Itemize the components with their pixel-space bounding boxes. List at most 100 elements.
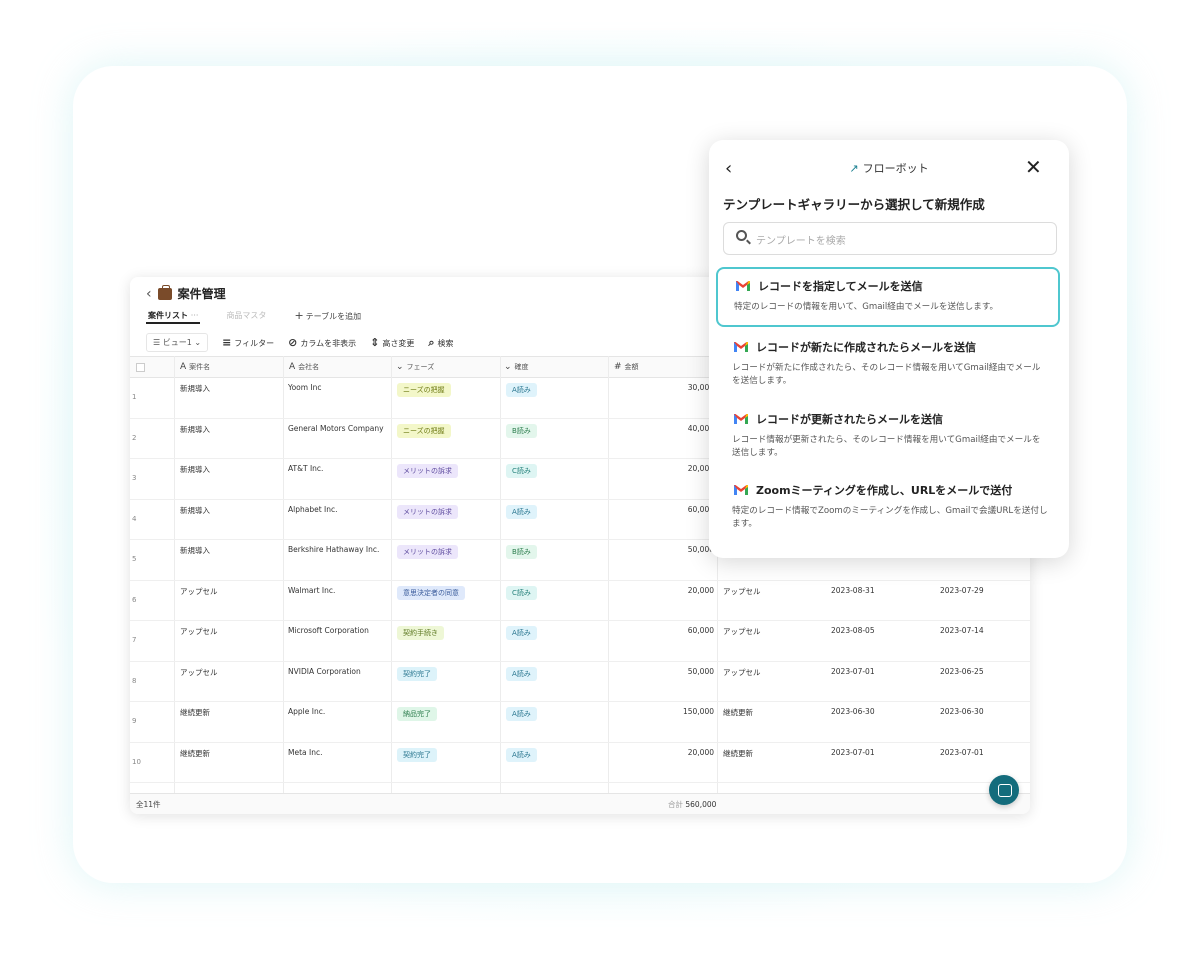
probability-badge[interactable]: A読み (506, 707, 537, 721)
case-name-cell[interactable]: アップセル (180, 626, 218, 637)
case-name-cell[interactable]: 継続更新 (180, 748, 210, 759)
view-select[interactable]: ☰ ビュー1 ⌄ (146, 333, 209, 352)
case-name-cell[interactable]: 継続更新 (180, 707, 210, 718)
company-cell[interactable]: Alphabet Inc. (288, 505, 338, 514)
date-cell[interactable]: 2023-06-25 (940, 667, 984, 676)
filter-button[interactable]: ≡ フィルター (222, 336, 274, 349)
row-number: 3 (132, 474, 137, 482)
template-search-input[interactable]: テンプレートを検索 (723, 222, 1057, 255)
column-header-probability[interactable]: ⌄ 確度 (504, 362, 529, 372)
date-cell[interactable]: 2023-08-05 (831, 626, 875, 635)
add-table-button[interactable]: + テーブルを追加 (294, 309, 361, 322)
template-description: 特定のレコードの情報を用いて、Gmail経由でメールを送信します。 (734, 302, 999, 312)
table-row[interactable]: 6 アップセル Walmart Inc. 意思決定者の同意 C読み 20,000 アップセル… (130, 581, 1030, 621)
probability-badge[interactable]: A読み (506, 504, 537, 519)
phase-badge[interactable]: 契約完了 (397, 666, 437, 681)
deal-type-cell[interactable]: 継続更新 (723, 748, 753, 759)
column-header-company[interactable]: A 会社名 (289, 362, 319, 372)
table-row[interactable]: 7 アップセル Microsoft Corporation 契約手続き A読み 60,00… (130, 621, 1030, 662)
case-name-cell[interactable]: 新規導入 (180, 545, 210, 556)
search-icon: ⌕ (428, 335, 435, 349)
phase-badge[interactable]: 契約手続き (397, 626, 444, 640)
template-item[interactable]: レコードが更新されたらメールを送信 レコード情報が更新されたら、そのレコード情報を… (716, 402, 1060, 464)
row-height-button[interactable]: ⇕ 高さ変更 (370, 336, 414, 349)
case-name-cell[interactable]: 新規導入 (180, 424, 210, 435)
case-name-cell[interactable]: 新規導入 (180, 464, 210, 475)
date-cell[interactable]: 2023-07-01 (831, 667, 875, 676)
amount-cell[interactable]: 50,000 (688, 667, 714, 676)
template-item[interactable]: レコードが新たに作成されたらメールを送信 レコードが新たに作成されたら、そのレコー… (716, 330, 1060, 392)
template-description: 特定のレコード情報でZoomのミーティングを作成し、Gmailで会議URLを送付… (732, 506, 1048, 529)
company-cell[interactable]: NVIDIA Corporation (288, 667, 361, 676)
phase-badge[interactable]: ニーズの把握 (397, 423, 451, 438)
row-number: 9 (132, 717, 137, 725)
row-number: 5 (132, 555, 137, 563)
probability-badge[interactable]: C読み (506, 585, 537, 600)
probability-badge[interactable]: A読み (506, 747, 537, 762)
table-row[interactable]: 9 継続更新 Apple Inc. 納品完了 A読み 150,000 継続更新 2023-06… (130, 702, 1030, 743)
table-row[interactable]: 8 アップセル NVIDIA Corporation 契約完了 A読み 50,000 アップ… (130, 662, 1030, 702)
column-header-phase[interactable]: ⌄ フェーズ (396, 362, 434, 372)
date-cell[interactable]: 2023-07-01 (940, 748, 984, 757)
probability-badge[interactable]: B読み (506, 545, 537, 559)
back-chevron-icon[interactable]: ‹ (146, 286, 152, 302)
company-cell[interactable]: AT&T Inc. (288, 464, 323, 473)
amount-cell[interactable]: 60,000 (688, 626, 714, 635)
table-tabs: 案件リスト ··· 商品マスタ + テーブルを追加 (148, 309, 361, 322)
company-cell[interactable]: Berkshire Hathaway Inc. (288, 545, 379, 554)
search-button[interactable]: ⌕ 検索 (428, 336, 453, 350)
date-cell[interactable]: 2023-07-14 (940, 626, 984, 635)
amount-cell[interactable]: 20,000 (688, 748, 714, 757)
deal-type-cell[interactable]: アップセル (723, 626, 761, 637)
phase-badge[interactable]: メリットの訴求 (397, 504, 458, 519)
phase-badge[interactable]: 納品完了 (397, 707, 437, 721)
flowbot-template-panel: ‹ ↗ フローボット ✕ テンプレートギャラリーから選択して新規作成 テンプレート… (709, 140, 1069, 558)
date-cell[interactable]: 2023-06-30 (940, 707, 984, 716)
phase-badge[interactable]: 意思決定者の同意 (397, 585, 465, 600)
case-name-cell[interactable]: 新規導入 (180, 383, 210, 394)
amount-cell[interactable]: 150,000 (683, 707, 714, 716)
template-item[interactable]: Zoomミーティングを作成し、URLをメールで送付 特定のレコード情報でZoomの… (716, 473, 1060, 535)
case-name-cell[interactable]: アップセル (180, 586, 218, 597)
gmail-icon (736, 281, 750, 291)
table-row[interactable]: 10 継続更新 Meta Inc. 契約完了 A読み 20,000 継続更新 2023-07-… (130, 743, 1030, 783)
phase-badge[interactable]: ニーズの把握 (397, 383, 451, 397)
column-header-amount[interactable]: # 金額 (614, 362, 639, 372)
company-cell[interactable]: Meta Inc. (288, 748, 322, 757)
probability-badge[interactable]: C読み (506, 464, 537, 478)
template-description: レコードが新たに作成されたら、そのレコード情報を用いてGmail経由でメールを送… (732, 363, 1041, 386)
template-description: レコード情報が更新されたら、そのレコード情報を用いてGmail経由でメールを送信… (732, 435, 1041, 458)
column-header-case[interactable]: A 案件名 (180, 362, 210, 372)
phase-badge[interactable]: メリットの訴求 (397, 464, 458, 478)
tab-product-master[interactable]: 商品マスタ (226, 310, 266, 321)
company-cell[interactable]: Microsoft Corporation (288, 626, 369, 635)
amount-cell[interactable]: 20,000 (688, 586, 714, 595)
probability-badge[interactable]: B読み (506, 423, 537, 438)
case-name-cell[interactable]: アップセル (180, 667, 218, 678)
date-cell[interactable]: 2023-07-01 (831, 748, 875, 757)
deal-type-cell[interactable]: アップセル (723, 667, 761, 678)
date-cell[interactable]: 2023-07-29 (940, 586, 984, 595)
template-item[interactable]: レコードを指定してメールを送信 特定のレコードの情報を用いて、Gmail経由でメー… (716, 267, 1060, 327)
company-cell[interactable]: Apple Inc. (288, 707, 325, 716)
deal-type-cell[interactable]: アップセル (723, 586, 761, 597)
probability-badge[interactable]: A読み (506, 626, 537, 640)
case-name-cell[interactable]: 新規導入 (180, 505, 210, 516)
row-number: 6 (132, 595, 137, 604)
gmail-icon (734, 485, 748, 495)
company-cell[interactable]: General Motors Company (288, 424, 384, 433)
phase-badge[interactable]: 契約完了 (397, 747, 437, 762)
deal-type-cell[interactable]: 継続更新 (723, 707, 753, 718)
tab-case-list[interactable]: 案件リスト ··· (148, 310, 198, 321)
probability-badge[interactable]: A読み (506, 666, 537, 681)
date-cell[interactable]: 2023-08-31 (831, 586, 875, 595)
hide-columns-button[interactable]: ⊘ カラムを非表示 (288, 336, 356, 349)
close-icon[interactable]: ✕ (1025, 155, 1042, 179)
phase-badge[interactable]: メリットの訴求 (397, 545, 458, 559)
date-cell[interactable]: 2023-06-30 (831, 707, 875, 716)
select-all-checkbox[interactable] (136, 363, 145, 372)
probability-badge[interactable]: A読み (506, 383, 537, 397)
chat-support-button[interactable] (989, 775, 1019, 805)
company-cell[interactable]: Walmart Inc. (288, 586, 335, 595)
company-cell[interactable]: Yoom Inc (288, 383, 322, 392)
